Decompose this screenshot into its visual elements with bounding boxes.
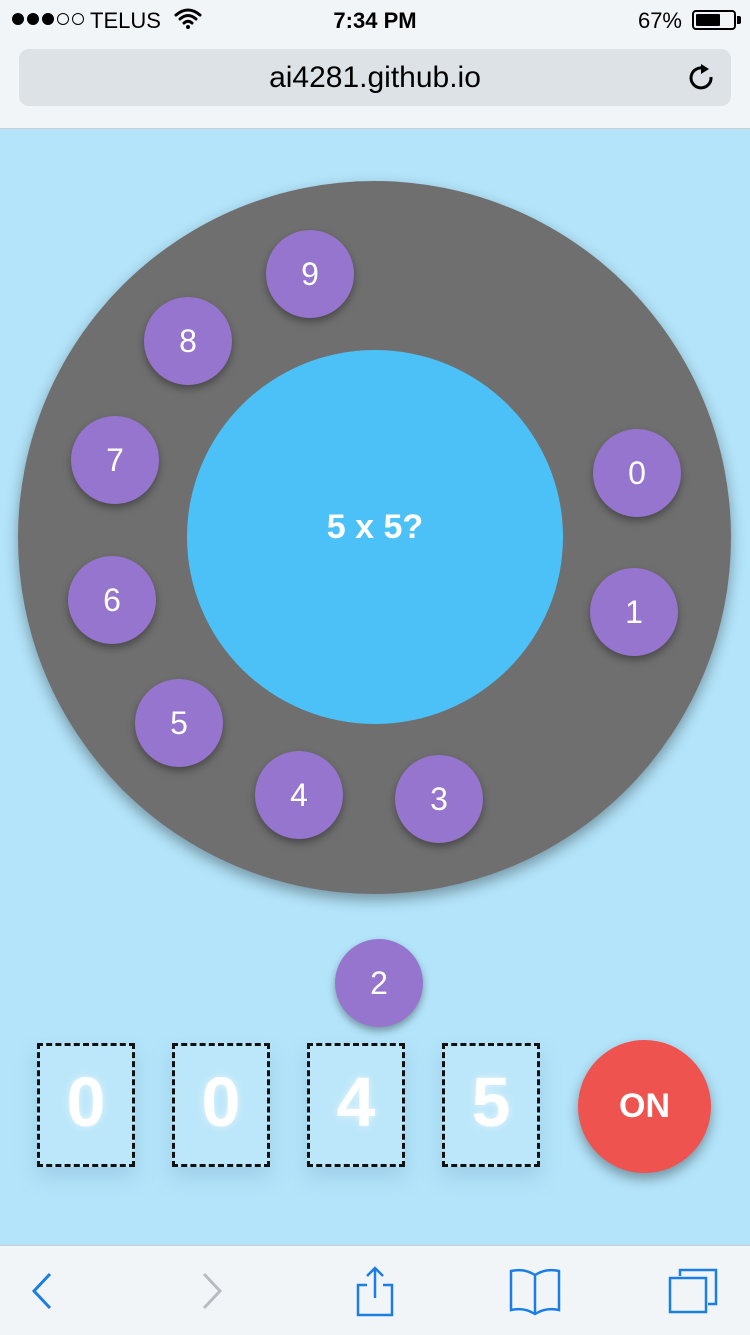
answer-digit-4: 5 [471, 1063, 511, 1141]
share-icon[interactable] [355, 1264, 395, 1318]
share-button[interactable] [345, 1246, 405, 1335]
battery-percentage: 67% [637, 8, 682, 33]
forward-icon[interactable] [200, 1271, 224, 1311]
answer-digit-1: 0 [66, 1063, 106, 1141]
browser-toolbar [0, 1245, 750, 1335]
answer-digit-box-3: 4 [307, 1043, 405, 1167]
tabs-button[interactable] [660, 1246, 726, 1335]
dial-digit-7[interactable]: 7 [71, 416, 159, 504]
dial-digit-4[interactable]: 4 [255, 751, 343, 839]
answer-digit-2: 0 [201, 1063, 241, 1141]
dial-digit-0[interactable]: 0 [593, 429, 681, 517]
browser-address-area: ai4281.github.io [0, 40, 750, 129]
reload-icon[interactable] [687, 63, 717, 93]
back-button[interactable] [12, 1246, 72, 1335]
battery-tip [737, 16, 741, 24]
status-bar: TELUS 7:34 PM 67% [0, 0, 750, 40]
dial-digit-1[interactable]: 1 [590, 568, 678, 656]
question-text: 5 x 5? [326, 508, 424, 546]
answer-digit-box-2: 0 [172, 1043, 270, 1167]
url-text[interactable]: ai4281.github.io [19, 61, 731, 95]
back-icon[interactable] [30, 1271, 54, 1311]
forward-button[interactable] [182, 1246, 242, 1335]
dial-digit-9[interactable]: 9 [266, 230, 354, 318]
dial-digit-2[interactable]: 2 [335, 939, 423, 1027]
answer-digit-3: 4 [336, 1063, 376, 1141]
dial-digit-8[interactable]: 8 [144, 297, 232, 385]
dial-center: 5 x 5? [187, 350, 563, 724]
battery-icon [692, 10, 736, 30]
dial-digit-3[interactable]: 3 [395, 755, 483, 843]
tabs-icon[interactable] [667, 1267, 719, 1315]
power-on-button[interactable]: ON [578, 1040, 711, 1173]
answer-digit-box-4: 5 [442, 1043, 540, 1167]
answer-digit-box-1: 0 [37, 1043, 135, 1167]
address-bar[interactable]: ai4281.github.io [19, 49, 731, 106]
bookmarks-icon[interactable] [508, 1266, 562, 1316]
dial-digit-5[interactable]: 5 [135, 679, 223, 767]
dial-digit-6[interactable]: 6 [68, 556, 156, 644]
bookmarks-button[interactable] [502, 1246, 568, 1335]
